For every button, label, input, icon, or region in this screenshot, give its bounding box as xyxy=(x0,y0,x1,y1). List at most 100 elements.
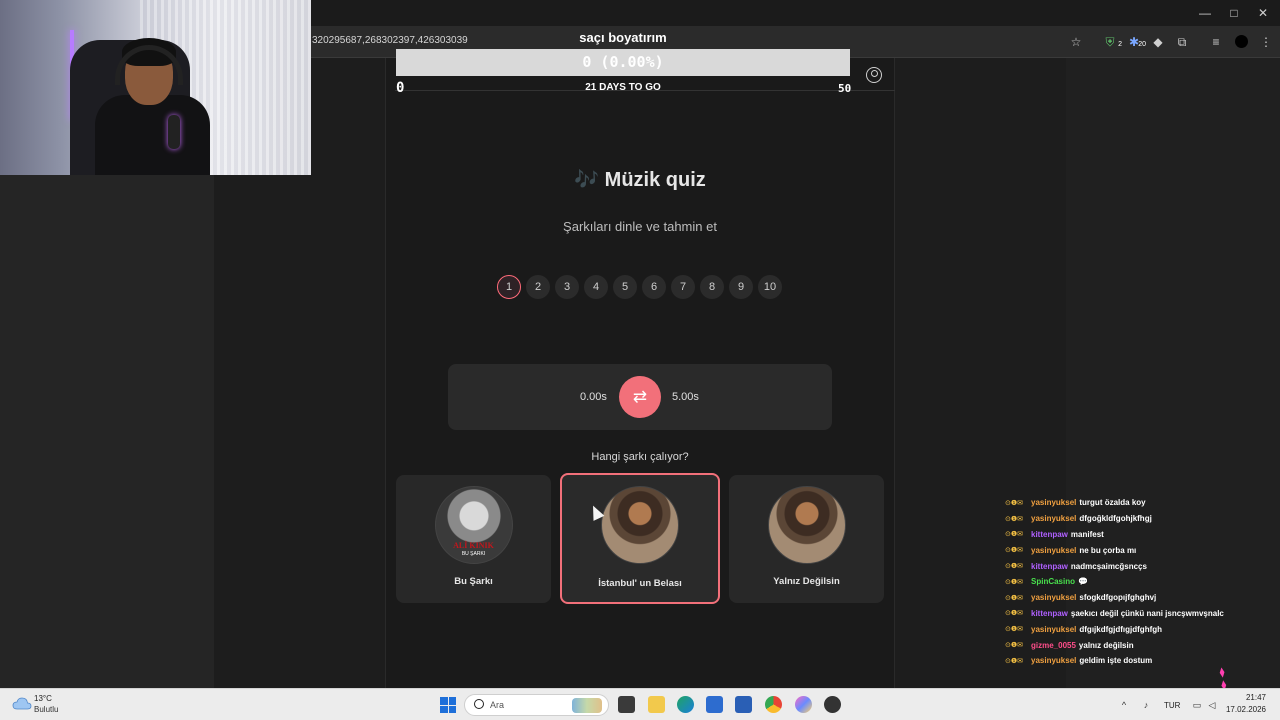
replay-button[interactable]: ⇄ xyxy=(619,376,661,418)
clock-date: 17.02.2026 xyxy=(1225,705,1266,714)
page-button-8[interactable]: 8 xyxy=(700,275,724,299)
chat-username: gizme_0055 xyxy=(1031,640,1076,650)
search-icon xyxy=(474,699,484,709)
page-button-10[interactable]: 10 xyxy=(758,275,782,299)
chat-message: ⊙❶✉ yasinyuksel dfgoğkldfgohjkfhgj xyxy=(1005,511,1275,527)
extension-icon[interactable]: ✱ 20 xyxy=(1124,32,1146,52)
page-button-9[interactable]: 9 xyxy=(729,275,753,299)
chat-badge-icon: ⊙❶✉ xyxy=(1005,642,1024,650)
page-button-1[interactable]: 1 xyxy=(497,275,521,299)
quiz-subtitle: Şarkıları dinle ve tahmin et xyxy=(563,219,717,234)
chat-badge-icon: ⊙❶✉ xyxy=(1005,499,1024,507)
chat-message: ⊙❶✉ kittenpaw manifest xyxy=(1005,527,1275,543)
user-account-icon[interactable] xyxy=(866,67,882,83)
chevron-up-icon[interactable]: ^ xyxy=(1118,699,1130,711)
chat-badge-icon: ⊙❶✉ xyxy=(1005,531,1024,539)
bookmark-star-icon[interactable]: ☆ xyxy=(1066,32,1086,52)
close-window-button[interactable]: ✕ xyxy=(1248,4,1278,22)
extension-badge: 2 xyxy=(1118,41,1122,48)
page-button-2[interactable]: 2 xyxy=(526,275,550,299)
repeat-icon: ⇄ xyxy=(632,387,648,406)
shield-extension-icon[interactable]: ⛨ 2 xyxy=(1100,32,1122,52)
goal-progress-bar: 0 (0.00%) xyxy=(396,49,850,76)
taskbar-search-input[interactable]: Ara xyxy=(464,694,609,716)
copilot-icon[interactable] xyxy=(795,696,812,713)
answer-label: Yalnız Değilsin xyxy=(773,576,840,587)
page-button-7[interactable]: 7 xyxy=(671,275,695,299)
input-language[interactable]: TUR xyxy=(1164,701,1180,710)
taskbar: 13°C Bulutlu Ara ^ ♪ TUR ▭ ◁ 21:47 17.02… xyxy=(0,688,1280,720)
chat-text: geldim işte dostum xyxy=(1079,656,1153,666)
chat-message: ⊙❶✉ kittenpaw şaekıcı değil çünkü nani jsn… xyxy=(1005,606,1275,622)
chat-text: yalnız değilsin xyxy=(1078,640,1134,650)
chat-badge-icon: ⊙❶✉ xyxy=(1005,610,1024,618)
chat-text: şaekıcı değil çünkü nani jsncşwmvşnalc xyxy=(1070,608,1224,618)
answer-option-1[interactable]: ALİ KINIK BU ŞARKI Bu Şarkı xyxy=(396,475,551,603)
chat-username: yasinyuksel xyxy=(1031,514,1077,524)
answer-option-3[interactable]: Yalnız Değilsin xyxy=(729,475,884,603)
puzzle-extensions-icon[interactable]: ⧉ xyxy=(1172,32,1192,52)
network-icon[interactable]: ▭ xyxy=(1191,699,1203,711)
start-time: 0.00s xyxy=(580,391,607,403)
chat-message: ⊙❶✉ yasinyuksel sfogkdfgopıjfghghvj xyxy=(1005,590,1275,606)
browser-menu-icon[interactable]: ⋮ xyxy=(1256,32,1276,52)
outlook-icon[interactable] xyxy=(735,696,752,713)
chat-badge-icon: ⊙❶✉ xyxy=(1005,578,1024,586)
chat-username: kittenpaw xyxy=(1031,561,1068,571)
chrome-icon[interactable] xyxy=(765,696,782,713)
page-button-6[interactable]: 6 xyxy=(642,275,666,299)
volume-icon[interactable]: ◁ xyxy=(1206,699,1218,711)
clock-time[interactable]: 21:47 xyxy=(1246,693,1266,702)
media-control-icon[interactable]: ≡ xyxy=(1206,32,1226,52)
chat-badge-icon: ⊙❶✉ xyxy=(1005,547,1024,555)
webcam-overlay xyxy=(0,0,311,175)
file-explorer-icon[interactable] xyxy=(648,696,665,713)
screen: — □ ✕ 320295687,268302397,426303039 ☆ ⛨ 2… xyxy=(0,0,1280,720)
page-button-4[interactable]: 4 xyxy=(584,275,608,299)
profile-avatar[interactable] xyxy=(1231,32,1251,52)
chat-badge-icon: ⊙❶✉ xyxy=(1005,594,1024,602)
album-cover-title-text: BU ŞARKI xyxy=(461,551,486,557)
chat-message: ⊙❶✉ yasinyuksel turgut özalda koy xyxy=(1005,495,1275,511)
task-view-icon[interactable] xyxy=(618,696,635,713)
question-text: Hangi şarkı çalıyor? xyxy=(591,451,689,463)
answer-option-2[interactable]: İstanbul' un Belası xyxy=(560,473,720,604)
chat-username: yasinyuksel xyxy=(1031,656,1077,666)
page-button-5[interactable]: 5 xyxy=(613,275,637,299)
store-icon[interactable] xyxy=(706,696,723,713)
weather-temperature[interactable]: 13°C xyxy=(34,694,52,703)
chat-text: 💬 xyxy=(1078,577,1088,587)
page-button-3[interactable]: 3 xyxy=(555,275,579,299)
cloud-icon xyxy=(12,697,32,710)
maximize-button[interactable]: □ xyxy=(1219,4,1249,22)
chat-badge-icon: ⊙❶✉ xyxy=(1005,626,1024,634)
app-icon[interactable] xyxy=(824,696,841,713)
chat-text: nadmcşaimcğsncçs xyxy=(1070,561,1147,571)
chat-text: manifest xyxy=(1070,529,1104,539)
microphone-tray-icon[interactable]: ♪ xyxy=(1140,699,1152,711)
chat-text: turgut özalda koy xyxy=(1079,498,1146,508)
microphone-icon xyxy=(168,115,180,149)
chat-text: dfgıjkdfgjdfıgjdfghfgh xyxy=(1079,624,1163,634)
end-time: 5.00s xyxy=(672,391,699,403)
diamond-extension-icon[interactable]: ◆ xyxy=(1148,32,1168,52)
windows-start-icon[interactable] xyxy=(440,697,456,713)
goal-days-left: 21 DAYS TO GO xyxy=(585,82,661,93)
chat-text: dfgoğkldfgohjkfhgj xyxy=(1079,514,1152,524)
chat-username: kittenpaw xyxy=(1031,529,1068,539)
chat-message: ⊙❶✉ yasinyuksel dfgıjkdfgjdfıgjdfghfgh xyxy=(1005,621,1275,637)
edge-browser-icon[interactable] xyxy=(677,696,694,713)
album-cover xyxy=(767,486,846,564)
chat-message: ⊙❶✉ kittenpaw nadmcşaimcğsncçs xyxy=(1005,558,1275,574)
quiz-title-text: Müzik quiz xyxy=(604,169,706,191)
chat-username: yasinyuksel xyxy=(1031,545,1077,555)
chat-username: yasinyuksel xyxy=(1031,624,1077,634)
minimize-button[interactable]: — xyxy=(1190,4,1220,22)
album-cover-artist-text: ALİ KINIK xyxy=(453,541,494,550)
album-cover xyxy=(601,486,679,564)
search-placeholder: Ara xyxy=(490,700,505,710)
answer-label: İstanbul' un Belası xyxy=(598,578,682,589)
chat-username: SpinCasino xyxy=(1031,577,1076,587)
answer-label: Bu Şarkı xyxy=(454,576,493,587)
chat-username: yasinyuksel xyxy=(1031,593,1077,603)
